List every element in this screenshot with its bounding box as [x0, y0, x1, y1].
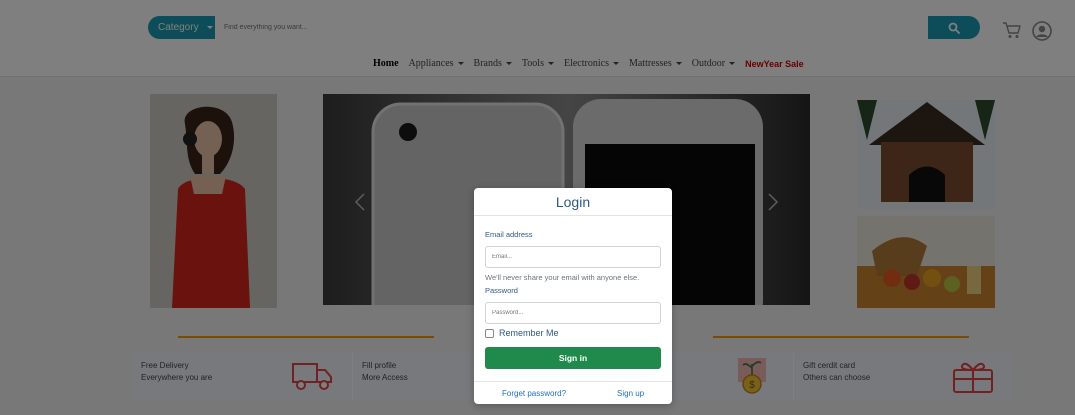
remember-me-row: Remember Me	[485, 328, 559, 338]
sign-in-button[interactable]: Sign in	[485, 347, 661, 369]
password-input[interactable]	[485, 302, 661, 324]
email-help-text: We'll never share your email with anyone…	[485, 273, 640, 282]
password-label: Password	[485, 286, 518, 295]
forgot-password-link[interactable]: Forget password?	[502, 389, 566, 398]
modal-title: Login	[474, 188, 672, 216]
remember-me-label[interactable]: Remember Me	[499, 328, 559, 338]
modal-footer: Forget password? Sign up	[474, 381, 672, 404]
email-input[interactable]	[485, 246, 661, 268]
remember-me-checkbox[interactable]	[485, 328, 494, 338]
login-modal: Login Email address We'll never share yo…	[474, 188, 672, 404]
sign-up-link[interactable]: Sign up	[617, 389, 644, 398]
email-label: Email address	[485, 230, 533, 239]
